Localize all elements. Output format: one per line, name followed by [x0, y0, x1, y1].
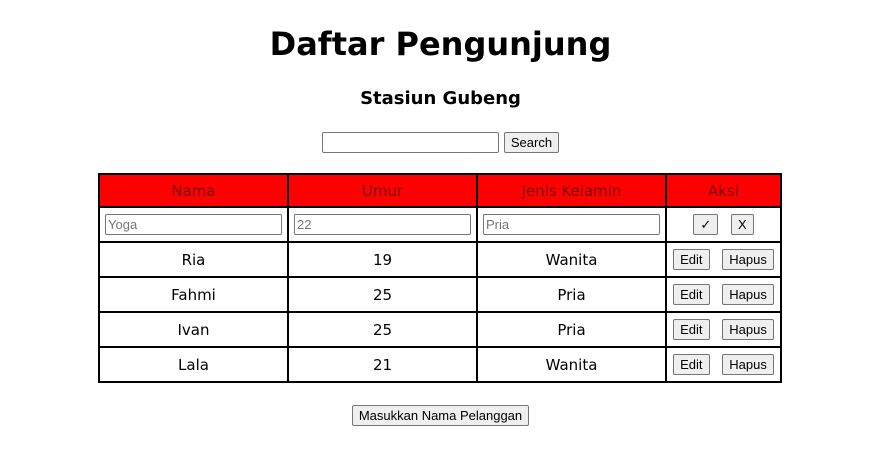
- table-row: Fahmi 25 Pria Edit Hapus: [98, 276, 782, 313]
- table-row: Lala 21 Wanita Edit Hapus: [98, 346, 782, 383]
- edit-button[interactable]: Edit: [673, 354, 710, 375]
- page-subtitle: Stasiun Gubeng: [360, 88, 521, 109]
- row-jenis-kelamin: Pria: [476, 276, 667, 313]
- cancel-button[interactable]: X: [731, 214, 754, 235]
- row-nama: Lala: [98, 346, 289, 383]
- edit-button[interactable]: Edit: [673, 284, 710, 305]
- row-umur: 25: [287, 311, 478, 348]
- row-nama: Ivan: [98, 311, 289, 348]
- new-jenis-kelamin-cell: [476, 206, 667, 243]
- row-aksi: Edit Hapus: [665, 276, 782, 313]
- new-nama-cell: [98, 206, 289, 243]
- visitor-table: Nama Umur Jenis Kelamin Aksi ✓ X Ria 19: [98, 173, 782, 383]
- footer-actions: Masukkan Nama Pelanggan: [0, 405, 881, 426]
- column-header-aksi: Aksi: [665, 173, 782, 208]
- new-entry-row: ✓ X: [98, 206, 782, 243]
- search-bar: Search: [0, 132, 881, 153]
- new-aksi-cell: ✓ X: [665, 206, 782, 243]
- table-header-row: Nama Umur Jenis Kelamin Aksi: [98, 173, 782, 208]
- table-row: Ivan 25 Pria Edit Hapus: [98, 311, 782, 348]
- column-header-jenis-kelamin: Jenis Kelamin: [476, 173, 667, 208]
- column-header-nama: Nama: [98, 173, 289, 208]
- nama-input[interactable]: [105, 214, 282, 235]
- delete-button[interactable]: Hapus: [722, 319, 774, 340]
- row-aksi: Edit Hapus: [665, 241, 782, 278]
- row-jenis-kelamin: Wanita: [476, 346, 667, 383]
- delete-button[interactable]: Hapus: [722, 354, 774, 375]
- search-button[interactable]: Search: [503, 132, 560, 153]
- row-nama: Fahmi: [98, 276, 289, 313]
- edit-button[interactable]: Edit: [673, 249, 710, 270]
- row-umur: 19: [287, 241, 478, 278]
- new-umur-cell: [287, 206, 478, 243]
- delete-button[interactable]: Hapus: [722, 249, 774, 270]
- row-jenis-kelamin: Pria: [476, 311, 667, 348]
- table-row: Ria 19 Wanita Edit Hapus: [98, 241, 782, 278]
- confirm-button[interactable]: ✓: [693, 214, 719, 235]
- page-title: Daftar Pengunjung: [269, 25, 612, 63]
- row-jenis-kelamin: Wanita: [476, 241, 667, 278]
- add-customer-button[interactable]: Masukkan Nama Pelanggan: [351, 405, 530, 426]
- jenis-kelamin-input[interactable]: [483, 214, 660, 235]
- edit-button[interactable]: Edit: [673, 319, 710, 340]
- row-umur: 25: [287, 276, 478, 313]
- row-umur: 21: [287, 346, 478, 383]
- row-aksi: Edit Hapus: [665, 311, 782, 348]
- row-aksi: Edit Hapus: [665, 346, 782, 383]
- column-header-umur: Umur: [287, 173, 478, 208]
- search-input[interactable]: [321, 132, 499, 153]
- umur-input[interactable]: [294, 214, 471, 235]
- row-nama: Ria: [98, 241, 289, 278]
- delete-button[interactable]: Hapus: [722, 284, 774, 305]
